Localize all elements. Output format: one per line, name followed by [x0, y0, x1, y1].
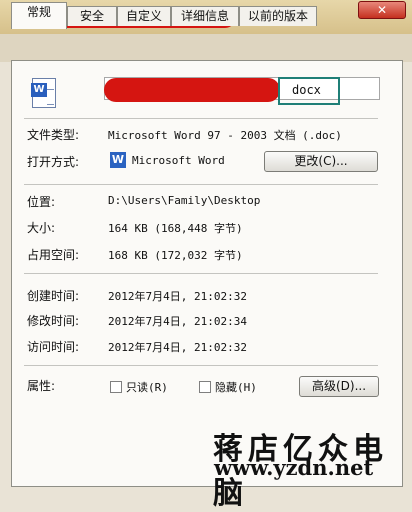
file-type-value: Microsoft Word 97 - 2003 文档 (.doc)	[108, 129, 342, 142]
readonly-checkbox[interactable]	[110, 381, 122, 393]
divider	[24, 118, 378, 119]
watermark-url: www.yzdn.net	[214, 455, 374, 480]
word-document-icon: W	[31, 78, 56, 108]
divider	[24, 365, 378, 366]
divider	[24, 273, 378, 274]
location-label: 位置:	[27, 195, 56, 209]
readonly-label[interactable]: 只读(R)	[126, 379, 168, 395]
redacted-filename	[104, 78, 280, 102]
tab-custom[interactable]: 自定义	[117, 6, 171, 26]
tab-security[interactable]: 安全	[67, 6, 117, 26]
disk-size-value: 168 KB (172,032 字节)	[108, 249, 243, 262]
tab-previous-versions[interactable]: 以前的版本	[239, 6, 317, 26]
advanced-button[interactable]: 高级(D)...	[299, 376, 379, 397]
word-app-icon: W	[110, 152, 126, 168]
attributes-label: 属性:	[27, 379, 56, 393]
open-with-value: Microsoft Word	[132, 154, 225, 167]
open-with-label: 打开方式:	[27, 155, 80, 169]
disk-size-label: 占用空间:	[27, 248, 80, 262]
location-value: D:\Users\Family\Desktop	[108, 194, 261, 207]
hidden-label[interactable]: 隐藏(H)	[215, 379, 257, 395]
close-button[interactable]: ✕	[358, 1, 406, 19]
size-value: 164 KB (168,448 字节)	[108, 222, 243, 235]
created-label: 创建时间:	[27, 289, 80, 303]
hidden-checkbox[interactable]	[199, 381, 211, 393]
size-label: 大小:	[27, 221, 56, 235]
file-type-label: 文件类型:	[27, 128, 80, 142]
modified-label: 修改时间:	[27, 314, 80, 328]
change-button[interactable]: 更改(C)...	[264, 151, 378, 172]
file-extension: docx	[292, 83, 321, 97]
modified-value: 2012年7月4日, 21:02:34	[108, 315, 247, 328]
tab-strip	[0, 34, 412, 62]
accessed-label: 访问时间:	[27, 340, 80, 354]
tab-details[interactable]: 详细信息	[171, 6, 239, 26]
divider	[24, 184, 378, 185]
created-value: 2012年7月4日, 21:02:32	[108, 290, 247, 303]
accessed-value: 2012年7月4日, 21:02:32	[108, 341, 247, 354]
tab-general[interactable]: 常规	[11, 2, 67, 29]
